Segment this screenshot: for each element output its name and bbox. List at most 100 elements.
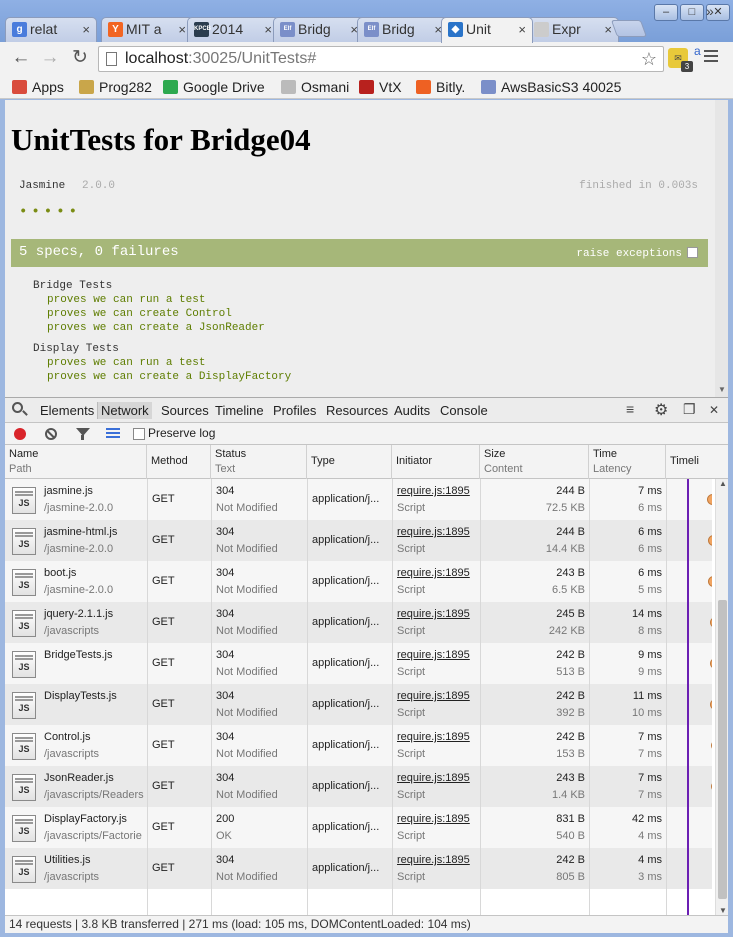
devtools-tab-profiles[interactable]: Profiles xyxy=(273,403,316,418)
devtools-tab-audits[interactable]: Audits xyxy=(394,403,430,418)
spec-name[interactable]: proves we can create a DisplayFactory xyxy=(47,371,291,383)
inspect-search-icon[interactable] xyxy=(12,402,28,418)
tab-close-icon[interactable]: × xyxy=(178,18,186,41)
table-row[interactable]: JS JsonReader.js/javascripts/Readers GET 30… xyxy=(5,766,712,807)
tab-4[interactable]: Elf Bridg × xyxy=(357,17,449,42)
bookmark-2[interactable]: Google Drive xyxy=(163,78,265,96)
tab-close-icon[interactable]: × xyxy=(82,18,90,41)
scroll-down-icon[interactable]: ▼ xyxy=(719,906,727,915)
col-name[interactable]: Name Path xyxy=(5,445,147,479)
table-row[interactable]: JS BridgeTests.js GET 304 Not Modified applic… xyxy=(5,643,712,684)
file-path: /jasmine-2.0.0 xyxy=(44,502,114,514)
initiator-link[interactable]: require.js:1895 xyxy=(397,854,470,866)
tab-3[interactable]: Elf Bridg × xyxy=(273,17,365,42)
cell-initiator: require.js:1895 Script xyxy=(392,602,480,643)
size-value: 242 B xyxy=(556,854,585,866)
translate-icon[interactable]: a xyxy=(694,44,701,58)
devtools-close-icon[interactable]: ✕ xyxy=(709,403,719,417)
devtools-tab-resources[interactable]: Resources xyxy=(326,403,388,418)
cell-timeline xyxy=(666,520,712,561)
table-row[interactable]: JS boot.js/jasmine-2.0.0 GET 304 Not Modifie… xyxy=(5,561,712,602)
initiator-link[interactable]: require.js:1895 xyxy=(397,567,470,579)
bookmark-1[interactable]: Prog282 xyxy=(79,78,152,96)
bookmark-0[interactable]: Apps xyxy=(12,78,64,96)
menu-icon[interactable] xyxy=(704,50,718,64)
table-row[interactable]: JS DisplayFactory.js/javascripts/Factorie… xyxy=(5,807,712,848)
raise-exceptions-checkbox[interactable] xyxy=(687,247,698,258)
spec-name[interactable]: proves we can create a JsonReader xyxy=(47,322,265,334)
initiator-link[interactable]: require.js:1895 xyxy=(397,731,470,743)
initiator-link[interactable]: require.js:1895 xyxy=(397,772,470,784)
file-path: /javascripts/Factorie xyxy=(44,830,142,842)
devtools-tab-console[interactable]: Console xyxy=(440,403,488,418)
devtools-tab-elements[interactable]: Elements xyxy=(40,403,94,418)
devtools-tab-timeline[interactable]: Timeline xyxy=(215,403,264,418)
cell-initiator: require.js:1895 Script xyxy=(392,766,480,807)
initiator-link[interactable]: require.js:1895 xyxy=(397,690,470,702)
tab-0[interactable]: g relat × xyxy=(5,17,97,42)
dock-side-icon[interactable]: ❐ xyxy=(683,401,696,418)
tab-6[interactable]: Expr × xyxy=(527,17,619,42)
bookmarks-overflow-button[interactable]: » xyxy=(706,3,714,19)
tab-close-icon[interactable]: × xyxy=(518,18,526,41)
spec-name[interactable]: proves we can create Control xyxy=(47,308,232,320)
bookmark-3[interactable]: Osmani xyxy=(281,78,349,96)
new-tab-button[interactable] xyxy=(610,20,648,37)
record-icon[interactable] xyxy=(14,428,26,440)
cell-size: 242 B 153 B xyxy=(480,725,589,766)
scroll-down-icon[interactable]: ▼ xyxy=(718,385,726,394)
table-row[interactable]: JS jasmine.js/jasmine-2.0.0 GET 304 Not Modi… xyxy=(5,479,712,520)
maximize-button[interactable]: □ xyxy=(680,4,704,21)
raise-exceptions-label: raise exceptions xyxy=(576,248,682,260)
preserve-log-checkbox[interactable] xyxy=(133,428,145,440)
bookmarks-bar: Apps Prog282 Google Drive Osmani VtX Bitly. Aw… xyxy=(0,75,733,99)
initiator-link[interactable]: require.js:1895 xyxy=(397,526,470,538)
large-rows-icon[interactable] xyxy=(106,428,120,440)
spec-name[interactable]: proves we can run a test xyxy=(47,294,205,306)
col-method[interactable]: Method xyxy=(147,445,211,479)
initiator-link[interactable]: require.js:1895 xyxy=(397,608,470,620)
back-arrow-icon[interactable]: ← xyxy=(9,47,33,71)
tab-close-icon[interactable]: × xyxy=(264,18,272,41)
col-initiator[interactable]: Initiator xyxy=(392,445,480,479)
minimize-button[interactable]: – xyxy=(654,4,678,21)
bookmark-5[interactable]: Bitly. xyxy=(416,78,465,96)
tab-2[interactable]: KPCB 2014 × xyxy=(187,17,279,42)
network-scrollbar[interactable]: ▲ ▼ xyxy=(715,479,728,915)
initiator-link[interactable]: require.js:1895 xyxy=(397,649,470,661)
col-size[interactable]: Size Content xyxy=(480,445,589,479)
table-row[interactable]: JS jquery-2.1.1.js/javascripts GET 304 Not M… xyxy=(5,602,712,643)
clear-icon[interactable] xyxy=(45,428,57,440)
star-icon[interactable]: ☆ xyxy=(641,47,657,71)
forward-arrow-icon[interactable]: → xyxy=(38,47,62,71)
tab-5[interactable]: ◆ Unit × xyxy=(441,17,533,43)
bookmark-4[interactable]: VtX xyxy=(359,78,402,96)
cell-method: GET xyxy=(147,479,211,520)
console-drawer-icon[interactable]: ≡ xyxy=(626,401,634,417)
scrollbar-thumb[interactable] xyxy=(718,600,727,899)
devtools-tab-network[interactable]: Network xyxy=(97,402,152,419)
spec-name[interactable]: proves we can run a test xyxy=(47,357,205,369)
scroll-up-icon[interactable]: ▲ xyxy=(719,479,727,488)
col-status[interactable]: Status Text xyxy=(211,445,307,479)
table-row[interactable]: JS jasmine-html.js/jasmine-2.0.0 GET 304 Not… xyxy=(5,520,712,561)
initiator-link[interactable]: require.js:1895 xyxy=(397,485,470,497)
col-timeline[interactable]: Timeli xyxy=(666,445,728,479)
settings-gear-icon[interactable]: ⚙ xyxy=(654,400,668,420)
address-bar[interactable]: localhost:30025/UnitTests# ☆ xyxy=(98,46,664,72)
devtools-tab-sources[interactable]: Sources xyxy=(161,403,209,418)
page-scrollbar[interactable]: ▼ xyxy=(715,100,728,397)
table-row[interactable]: JS Control.js/javascripts GET 304 Not Modifi… xyxy=(5,725,712,766)
status-code: 304 xyxy=(216,608,235,620)
table-row[interactable]: JS Utilities.js/javascripts GET 304 Not Modi… xyxy=(5,848,712,889)
size-value: 244 B xyxy=(556,485,585,497)
reload-icon[interactable]: ↻ xyxy=(68,47,92,71)
col-type[interactable]: Type xyxy=(307,445,392,479)
bookmark-6[interactable]: AwsBasicS3 40025 xyxy=(481,78,621,96)
filter-icon[interactable] xyxy=(76,428,90,440)
tab-1[interactable]: Y MIT a × xyxy=(101,17,193,42)
table-row[interactable]: JS DisplayTests.js GET 304 Not Modified appli… xyxy=(5,684,712,725)
initiator-link[interactable]: require.js:1895 xyxy=(397,813,470,825)
col-time[interactable]: Time Latency xyxy=(589,445,666,479)
cell-name: JS BridgeTests.js xyxy=(5,643,147,684)
